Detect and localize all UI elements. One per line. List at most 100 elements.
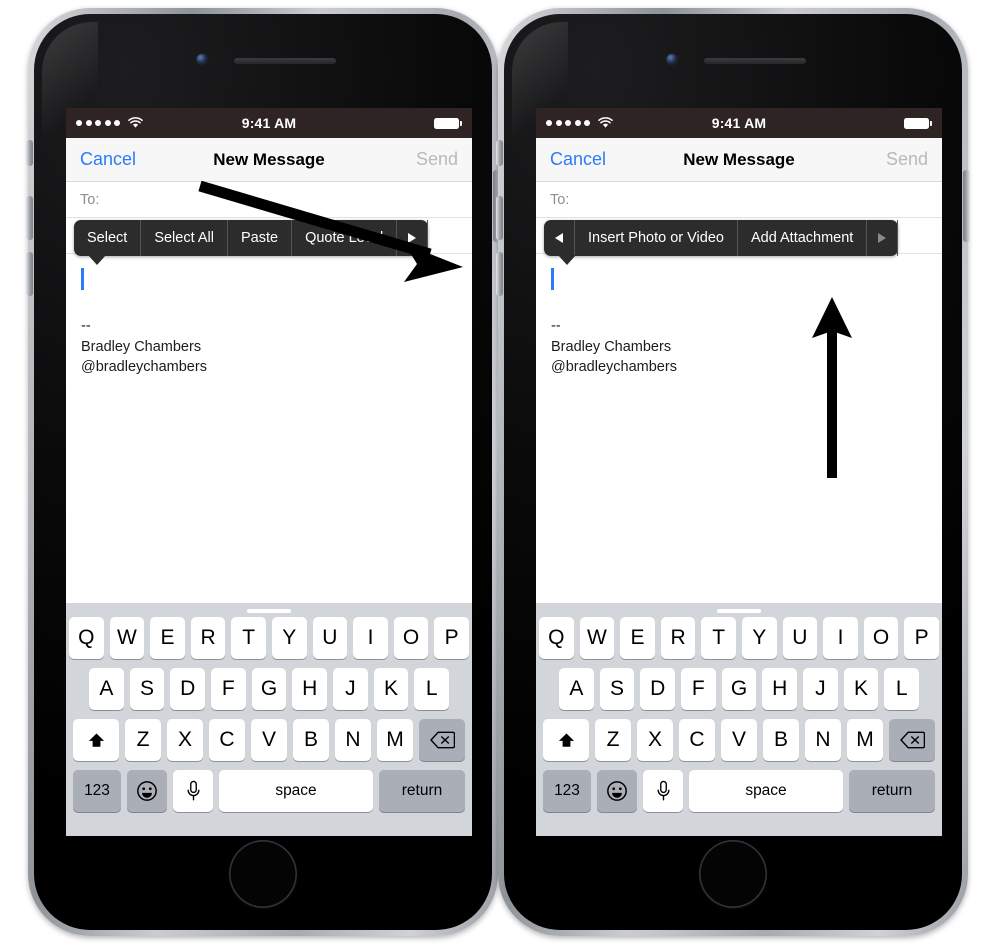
- signature-block-left: -- Bradley Chambers @bradleychambers: [81, 316, 207, 378]
- message-body-left[interactable]: Select Select All Paste Quote Level -- B…: [66, 220, 472, 603]
- on-screen-keyboard-left[interactable]: Q W E R T Y U I O P A S D F G H J K L Z …: [66, 603, 472, 836]
- key-n[interactable]: N: [805, 719, 841, 761]
- key-b[interactable]: B: [293, 719, 329, 761]
- key-f[interactable]: F: [681, 668, 716, 710]
- key-e[interactable]: E: [150, 617, 185, 659]
- key-j[interactable]: J: [803, 668, 838, 710]
- callout-item-quote-level[interactable]: Quote Level: [292, 220, 398, 256]
- key-h[interactable]: H: [292, 668, 328, 710]
- to-field-left[interactable]: To:: [66, 182, 472, 218]
- key-t[interactable]: T: [701, 617, 736, 659]
- emoji-key-left[interactable]: [127, 770, 167, 812]
- key-z[interactable]: Z: [595, 719, 631, 761]
- key-k[interactable]: K: [843, 668, 879, 710]
- key-j[interactable]: J: [333, 668, 368, 710]
- key-m[interactable]: M: [847, 719, 883, 761]
- key-n[interactable]: N: [335, 719, 371, 761]
- signature-separator-right: --: [551, 318, 561, 334]
- callout-next-page-button-left[interactable]: [397, 220, 429, 256]
- numbers-key-right[interactable]: 123: [543, 770, 591, 812]
- key-x[interactable]: X: [637, 719, 673, 761]
- emoji-key-right[interactable]: [597, 770, 637, 812]
- key-k[interactable]: K: [373, 668, 409, 710]
- to-field-right[interactable]: To:: [536, 182, 942, 218]
- backspace-delete-icon: [429, 731, 455, 749]
- status-bar-left: 9:41 AM: [66, 108, 472, 138]
- callout-item-select[interactable]: Select: [74, 220, 142, 256]
- key-m[interactable]: M: [377, 719, 413, 761]
- key-z[interactable]: Z: [125, 719, 161, 761]
- key-a[interactable]: A: [558, 668, 594, 710]
- key-c[interactable]: C: [209, 719, 245, 761]
- key-l[interactable]: L: [414, 668, 450, 710]
- volume-down-button-left[interactable]: [26, 252, 33, 296]
- key-t[interactable]: T: [231, 617, 266, 659]
- text-edit-callout-menu-left[interactable]: Select Select All Paste Quote Level: [74, 220, 429, 265]
- key-r[interactable]: R: [660, 617, 696, 659]
- key-s[interactable]: S: [129, 668, 165, 710]
- key-d[interactable]: D: [640, 668, 675, 710]
- text-edit-callout-menu-right[interactable]: Insert Photo or Video Add Attachment: [544, 220, 899, 265]
- key-f[interactable]: F: [211, 668, 246, 710]
- dictation-key-left[interactable]: [173, 770, 213, 812]
- volume-down-button-right[interactable]: [496, 252, 503, 296]
- key-p[interactable]: P: [904, 617, 939, 659]
- key-s[interactable]: S: [599, 668, 635, 710]
- return-key-left[interactable]: return: [379, 770, 465, 812]
- space-key-left[interactable]: space: [219, 770, 373, 812]
- key-o[interactable]: O: [393, 617, 429, 659]
- key-v[interactable]: V: [251, 719, 287, 761]
- callout-next-page-button-right[interactable]: [867, 220, 899, 256]
- callout-item-select-all[interactable]: Select All: [141, 220, 228, 256]
- key-w[interactable]: W: [579, 617, 615, 659]
- on-screen-keyboard-right[interactable]: Q W E R T Y U I O P A S D F G H J K L Z …: [536, 603, 942, 836]
- key-q[interactable]: Q: [69, 617, 104, 659]
- silent-switch-right[interactable]: [496, 140, 503, 166]
- dictation-key-right[interactable]: [643, 770, 683, 812]
- smiley-face-icon: [607, 781, 627, 801]
- key-l[interactable]: L: [884, 668, 920, 710]
- numbers-key-left[interactable]: 123: [73, 770, 121, 812]
- volume-up-button-right[interactable]: [496, 196, 503, 240]
- backspace-delete-icon: [899, 731, 925, 749]
- key-x[interactable]: X: [167, 719, 203, 761]
- key-a[interactable]: A: [88, 668, 124, 710]
- power-button-right[interactable]: [963, 170, 970, 242]
- home-button-left[interactable]: [229, 840, 297, 908]
- key-e[interactable]: E: [620, 617, 655, 659]
- key-r[interactable]: R: [190, 617, 226, 659]
- delete-key-right[interactable]: [889, 719, 935, 761]
- key-d[interactable]: D: [170, 668, 205, 710]
- key-q[interactable]: Q: [539, 617, 574, 659]
- key-u[interactable]: U: [312, 617, 348, 659]
- delete-key-left[interactable]: [419, 719, 465, 761]
- key-h[interactable]: H: [762, 668, 798, 710]
- shift-key-right[interactable]: [543, 719, 589, 761]
- key-y[interactable]: Y: [742, 617, 777, 659]
- return-key-right[interactable]: return: [849, 770, 935, 812]
- key-u[interactable]: U: [782, 617, 818, 659]
- callout-item-paste[interactable]: Paste: [228, 220, 293, 256]
- callout-item-add-attachment[interactable]: Add Attachment: [738, 220, 868, 256]
- key-c[interactable]: C: [679, 719, 715, 761]
- keyboard-grip-handle-left[interactable]: [247, 609, 291, 613]
- key-y[interactable]: Y: [272, 617, 307, 659]
- callout-prev-page-button-right[interactable]: [544, 220, 575, 256]
- key-b[interactable]: B: [763, 719, 799, 761]
- key-v[interactable]: V: [721, 719, 757, 761]
- key-g[interactable]: G: [251, 668, 287, 710]
- key-w[interactable]: W: [109, 617, 145, 659]
- key-p[interactable]: P: [434, 617, 469, 659]
- volume-up-button-left[interactable]: [26, 196, 33, 240]
- space-key-right[interactable]: space: [689, 770, 843, 812]
- key-o[interactable]: O: [863, 617, 899, 659]
- key-i[interactable]: I: [823, 617, 858, 659]
- keyboard-grip-handle-right[interactable]: [717, 609, 761, 613]
- silent-switch-left[interactable]: [26, 140, 33, 166]
- message-body-right[interactable]: Insert Photo or Video Add Attachment -- …: [536, 220, 942, 603]
- home-button-right[interactable]: [699, 840, 767, 908]
- key-g[interactable]: G: [721, 668, 757, 710]
- callout-item-insert-photo-or-video[interactable]: Insert Photo or Video: [575, 220, 738, 256]
- shift-key-left[interactable]: [73, 719, 119, 761]
- key-i[interactable]: I: [353, 617, 388, 659]
